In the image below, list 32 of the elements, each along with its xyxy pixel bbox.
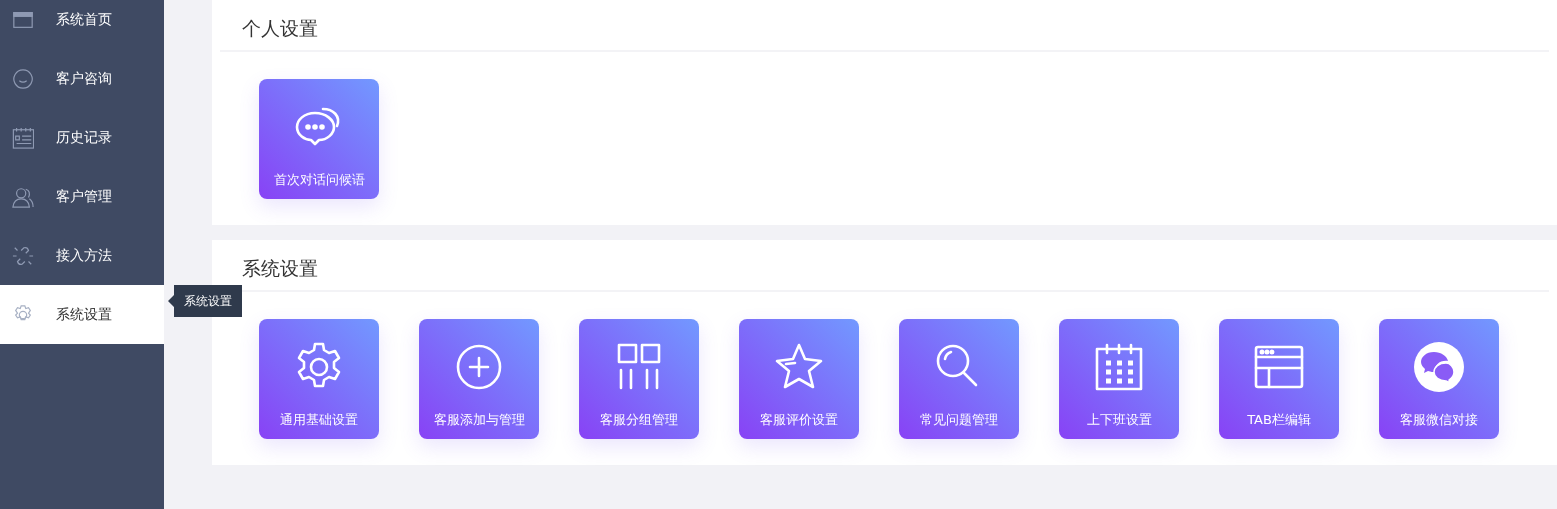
link-icon <box>12 246 34 265</box>
section-title: 个人设置 <box>220 0 1549 52</box>
sidebar-item[interactable]: 系统首页 <box>0 0 164 49</box>
search-icon <box>936 344 978 387</box>
users-icon <box>12 187 34 208</box>
sidebar-item[interactable]: 客户咨询 <box>0 49 164 108</box>
calendar-icon <box>1095 343 1143 391</box>
sidebar-item[interactable]: 历史记录 <box>0 108 164 167</box>
settings-tile[interactable]: TAB栏编辑 <box>1219 319 1339 439</box>
settings-tile[interactable]: 客服分组管理 <box>579 319 699 439</box>
chat-bubbles-icon <box>295 107 340 146</box>
sidebar-item[interactable]: 接入方法 <box>0 226 164 285</box>
settings-tile[interactable]: 通用基础设置 <box>259 319 379 439</box>
gear-icon <box>14 304 32 320</box>
tooltip: 系统设置 <box>168 285 242 317</box>
sidebar-item[interactable]: 客户管理 <box>0 167 164 226</box>
plus-icon <box>456 344 502 390</box>
grid-icon <box>617 343 661 390</box>
settings-tile[interactable]: 客服添加与管理 <box>419 319 539 439</box>
document-icon <box>12 126 34 149</box>
star-icon <box>775 343 823 389</box>
settings-tile[interactable]: 首次对话问候语 <box>259 79 379 199</box>
settings-tile[interactable]: 客服微信对接 <box>1379 319 1499 439</box>
chat-icon <box>13 68 33 89</box>
window-icon <box>13 11 33 28</box>
settings-tile[interactable]: 常见问题管理 <box>899 319 1019 439</box>
gear-icon <box>297 342 341 388</box>
wechat-icon <box>1414 342 1464 392</box>
settings-tile[interactable]: 客服评价设置 <box>739 319 859 439</box>
settings-tile[interactable]: 上下班设置 <box>1059 319 1179 439</box>
browser-window-icon <box>1254 345 1304 389</box>
section-title: 系统设置 <box>220 240 1549 292</box>
